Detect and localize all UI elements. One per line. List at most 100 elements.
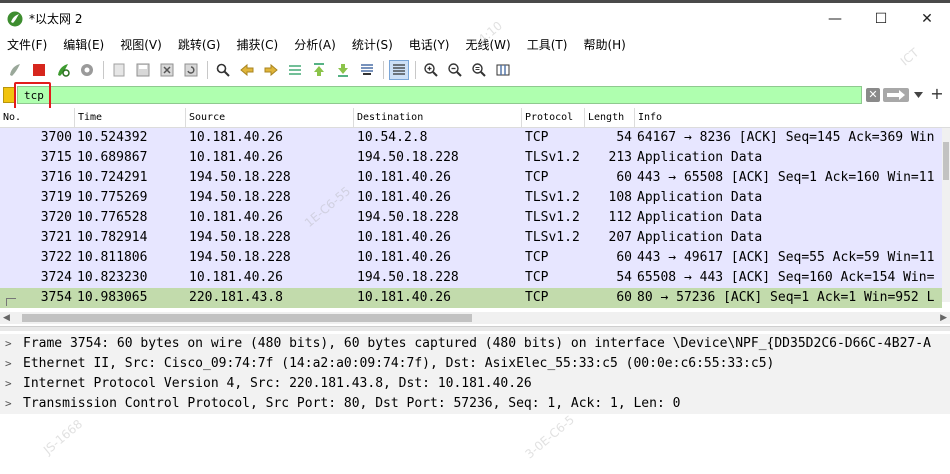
menu-wireless[interactable]: 无线(W) xyxy=(458,34,519,56)
table-row[interactable]: 3719 10.775269 194.50.18.228 10.181.40.26 TL… xyxy=(0,188,942,208)
table-row-selected[interactable]: 3754 10.983065 220.181.43.8 10.181.40.26 TCP… xyxy=(0,288,942,308)
expand-chevron-icon[interactable]: > xyxy=(5,394,12,414)
filter-history-dropdown-icon[interactable] xyxy=(911,88,925,102)
detail-row-ethernet[interactable]: > Ethernet II, Src: Cisco_09:74:7f (14:a… xyxy=(0,354,950,374)
detail-row-ipv4[interactable]: > Internet Protocol Version 4, Src: 220.… xyxy=(0,374,950,394)
cell-destination: 194.50.18.228 xyxy=(357,150,459,165)
cell-protocol: TCP xyxy=(525,250,549,265)
cell-destination: 10.181.40.26 xyxy=(357,190,451,205)
go-back-icon[interactable] xyxy=(237,60,257,80)
scroll-left-icon[interactable]: ◀ xyxy=(3,312,10,324)
cell-protocol: TCP xyxy=(525,130,549,145)
display-filter-bar: ✕ + xyxy=(0,82,950,110)
column-header-length[interactable]: Length xyxy=(585,108,635,128)
table-row[interactable]: 3715 10.689867 10.181.40.26 194.50.18.228 TL… xyxy=(0,148,942,168)
auto-scroll-icon[interactable] xyxy=(357,60,377,80)
cell-destination: 10.181.40.26 xyxy=(357,170,451,185)
cell-length: 54 xyxy=(616,130,632,145)
column-header-no[interactable]: No. xyxy=(0,108,75,128)
maximize-button[interactable]: ☐ xyxy=(858,3,904,34)
cell-time: 10.811806 xyxy=(77,250,148,265)
colorize-icon[interactable] xyxy=(389,60,409,80)
expand-chevron-icon[interactable]: > xyxy=(5,354,12,374)
table-row[interactable]: 3716 10.724291 194.50.18.228 10.181.40.26 TC… xyxy=(0,168,942,188)
open-file-icon[interactable] xyxy=(109,60,129,80)
table-row[interactable]: 3721 10.782914 194.50.18.228 10.181.40.26 TL… xyxy=(0,228,942,248)
cell-no: 3721 xyxy=(40,230,72,245)
close-button[interactable]: ✕ xyxy=(904,3,950,34)
column-header-source[interactable]: Source xyxy=(186,108,354,128)
add-filter-button[interactable]: + xyxy=(929,85,945,103)
menu-statistics[interactable]: 统计(S) xyxy=(344,34,401,56)
zoom-in-icon[interactable] xyxy=(421,60,441,80)
scroll-right-icon[interactable]: ▶ xyxy=(940,312,947,324)
clear-filter-icon[interactable]: ✕ xyxy=(866,88,880,102)
table-row[interactable]: 3700 10.524392 10.181.40.26 10.54.2.8 TCP 54 6… xyxy=(0,128,942,148)
cell-no: 3715 xyxy=(40,150,72,165)
reload-file-icon[interactable] xyxy=(181,60,201,80)
cell-no: 3700 xyxy=(40,130,72,145)
cell-info: 80 → 57236 [ACK] Seq=1 Ack=1 Win=952 L xyxy=(637,290,935,305)
detail-row-text: Frame 3754: 60 bytes on wire (480 bits),… xyxy=(23,336,931,351)
go-to-packet-icon[interactable] xyxy=(285,60,305,80)
expand-chevron-icon[interactable]: > xyxy=(5,334,12,354)
column-header-protocol[interactable]: Protocol xyxy=(522,108,585,128)
menu-file[interactable]: 文件(F) xyxy=(0,34,55,56)
close-file-icon[interactable] xyxy=(157,60,177,80)
menu-go[interactable]: 跳转(G) xyxy=(170,34,229,56)
pane-splitter[interactable] xyxy=(0,326,950,331)
restart-capture-icon[interactable] xyxy=(53,60,73,80)
menu-telephony[interactable]: 电话(Y) xyxy=(401,34,458,56)
filter-bookmark-icon[interactable] xyxy=(3,87,16,103)
detail-row-text: Internet Protocol Version 4, Src: 220.18… xyxy=(23,376,532,391)
column-header-time[interactable]: Time xyxy=(75,108,186,128)
stop-capture-icon[interactable] xyxy=(29,60,49,80)
capture-options-icon[interactable] xyxy=(77,60,97,80)
menu-edit[interactable]: 编辑(E) xyxy=(55,34,112,56)
horizontal-scroll-thumb[interactable] xyxy=(22,314,472,322)
display-filter-input[interactable] xyxy=(17,86,862,104)
cell-source: 10.181.40.26 xyxy=(189,150,283,165)
save-file-icon[interactable] xyxy=(133,60,153,80)
cell-source: 10.181.40.26 xyxy=(189,210,283,225)
go-first-packet-icon[interactable] xyxy=(309,60,329,80)
column-header-info[interactable]: Info xyxy=(635,108,950,128)
cell-time: 10.823230 xyxy=(77,270,148,285)
minimize-button[interactable]: — xyxy=(812,3,858,34)
zoom-reset-icon[interactable] xyxy=(469,60,489,80)
menu-bar: 文件(F) 编辑(E) 视图(V) 跳转(G) 捕获(C) 分析(A) 统计(S… xyxy=(0,34,950,56)
menu-tools[interactable]: 工具(T) xyxy=(519,34,576,56)
cell-source: 194.50.18.228 xyxy=(189,170,291,185)
start-capture-icon[interactable] xyxy=(5,60,25,80)
menu-help[interactable]: 帮助(H) xyxy=(575,34,633,56)
go-forward-icon[interactable] xyxy=(261,60,281,80)
menu-analyze[interactable]: 分析(A) xyxy=(286,34,344,56)
cell-destination: 10.181.40.26 xyxy=(357,290,451,305)
packet-list: No. Time Source Destination Protocol Len… xyxy=(0,108,950,310)
packet-list-vertical-scrollbar[interactable] xyxy=(942,128,950,302)
cell-protocol: TCP xyxy=(525,170,549,185)
detail-row-frame[interactable]: > Frame 3754: 60 bytes on wire (480 bits… xyxy=(0,334,950,354)
cell-time: 10.775269 xyxy=(77,190,148,205)
zoom-out-icon[interactable] xyxy=(445,60,465,80)
column-header-destination[interactable]: Destination xyxy=(354,108,522,128)
menu-capture[interactable]: 捕获(C) xyxy=(228,34,286,56)
cell-time: 10.776528 xyxy=(77,210,148,225)
cell-length: 213 xyxy=(608,150,632,165)
table-row[interactable]: 3720 10.776528 10.181.40.26 194.50.18.228 TL… xyxy=(0,208,942,228)
cell-info: 64167 → 8236 [ACK] Seq=145 Ack=369 Win xyxy=(637,130,935,145)
table-row[interactable]: 3722 10.811806 194.50.18.228 10.181.40.26 TC… xyxy=(0,248,942,268)
table-row[interactable]: 3724 10.823230 10.181.40.26 194.50.18.228 TC… xyxy=(0,268,942,288)
expand-chevron-icon[interactable]: > xyxy=(5,374,12,394)
detail-row-tcp[interactable]: > Transmission Control Protocol, Src Por… xyxy=(0,394,950,414)
cell-destination: 194.50.18.228 xyxy=(357,270,459,285)
apply-filter-icon[interactable] xyxy=(883,88,909,102)
find-packet-icon[interactable] xyxy=(213,60,233,80)
detail-row-text: Transmission Control Protocol, Src Port:… xyxy=(23,396,681,411)
go-last-packet-icon[interactable] xyxy=(333,60,353,80)
vertical-scroll-thumb[interactable] xyxy=(943,142,949,180)
packet-list-horizontal-scrollbar[interactable]: ◀ ▶ xyxy=(0,312,950,324)
menu-view[interactable]: 视图(V) xyxy=(112,34,170,56)
cell-source: 220.181.43.8 xyxy=(189,290,283,305)
resize-columns-icon[interactable] xyxy=(493,60,513,80)
